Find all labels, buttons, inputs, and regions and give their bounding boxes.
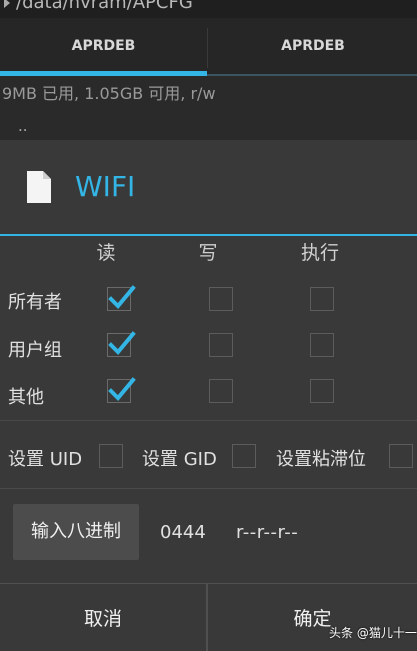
setuid-checkbox[interactable]	[99, 444, 123, 468]
parent-directory-item[interactable]: ..	[0, 112, 417, 140]
group-read-checkbox[interactable]	[107, 331, 136, 357]
storage-usage: 9MB 已用, 1.05GB 可用, r/w	[0, 76, 417, 112]
others-execute-checkbox[interactable]	[310, 379, 334, 403]
check-icon	[108, 331, 136, 355]
setgid-label: 设置 GID	[142, 449, 217, 470]
tab-aprdeb-2[interactable]: APRDEB	[209, 18, 417, 76]
row-label-owner: 所有者	[8, 292, 62, 313]
path-text: /data/nvram/APCFG	[16, 0, 193, 13]
group-write-checkbox[interactable]	[209, 333, 233, 357]
octal-value: 0444	[160, 522, 206, 543]
cancel-button[interactable]: 取消	[0, 584, 206, 651]
others-read-checkbox[interactable]	[107, 377, 136, 403]
column-read: 读	[96, 242, 116, 264]
sticky-bit-checkbox[interactable]	[389, 444, 413, 468]
permission-string: r--r--r--	[236, 522, 299, 543]
setgid-checkbox[interactable]	[232, 444, 256, 468]
row-label-group: 用户组	[8, 340, 62, 361]
tab-aprdeb-1[interactable]: APRDEB	[0, 18, 207, 76]
owner-execute-checkbox[interactable]	[310, 287, 334, 311]
watermark-text: 头条 @猫儿十一	[329, 626, 417, 640]
section-divider	[0, 488, 417, 489]
title-divider	[0, 234, 417, 236]
current-path: /data/nvram/APCFG	[0, 0, 417, 18]
others-write-checkbox[interactable]	[209, 379, 233, 403]
column-execute: 执行	[300, 242, 339, 264]
path-arrow-icon	[4, 0, 10, 8]
column-write: 写	[198, 242, 218, 264]
tab-bar: APRDEB APRDEB	[0, 18, 417, 76]
permissions-dialog: WIFI 读 写 执行 所有者 用户组 其他 设置 UID 设置 GID 设置粘…	[0, 140, 417, 651]
file-icon	[27, 171, 51, 203]
sticky-bit-label: 设置粘滞位	[276, 449, 366, 470]
owner-read-checkbox[interactable]	[107, 285, 136, 311]
group-execute-checkbox[interactable]	[310, 333, 334, 357]
owner-write-checkbox[interactable]	[209, 287, 233, 311]
setuid-label: 设置 UID	[8, 449, 83, 470]
tab-divider	[207, 28, 208, 68]
row-label-others: 其他	[8, 387, 44, 408]
dialog-header: WIFI	[0, 140, 417, 235]
enter-octal-button[interactable]: 输入八进制	[13, 504, 139, 560]
check-icon	[108, 285, 136, 309]
section-divider	[0, 420, 417, 421]
check-icon	[108, 377, 136, 401]
dialog-title: WIFI	[75, 170, 136, 203]
